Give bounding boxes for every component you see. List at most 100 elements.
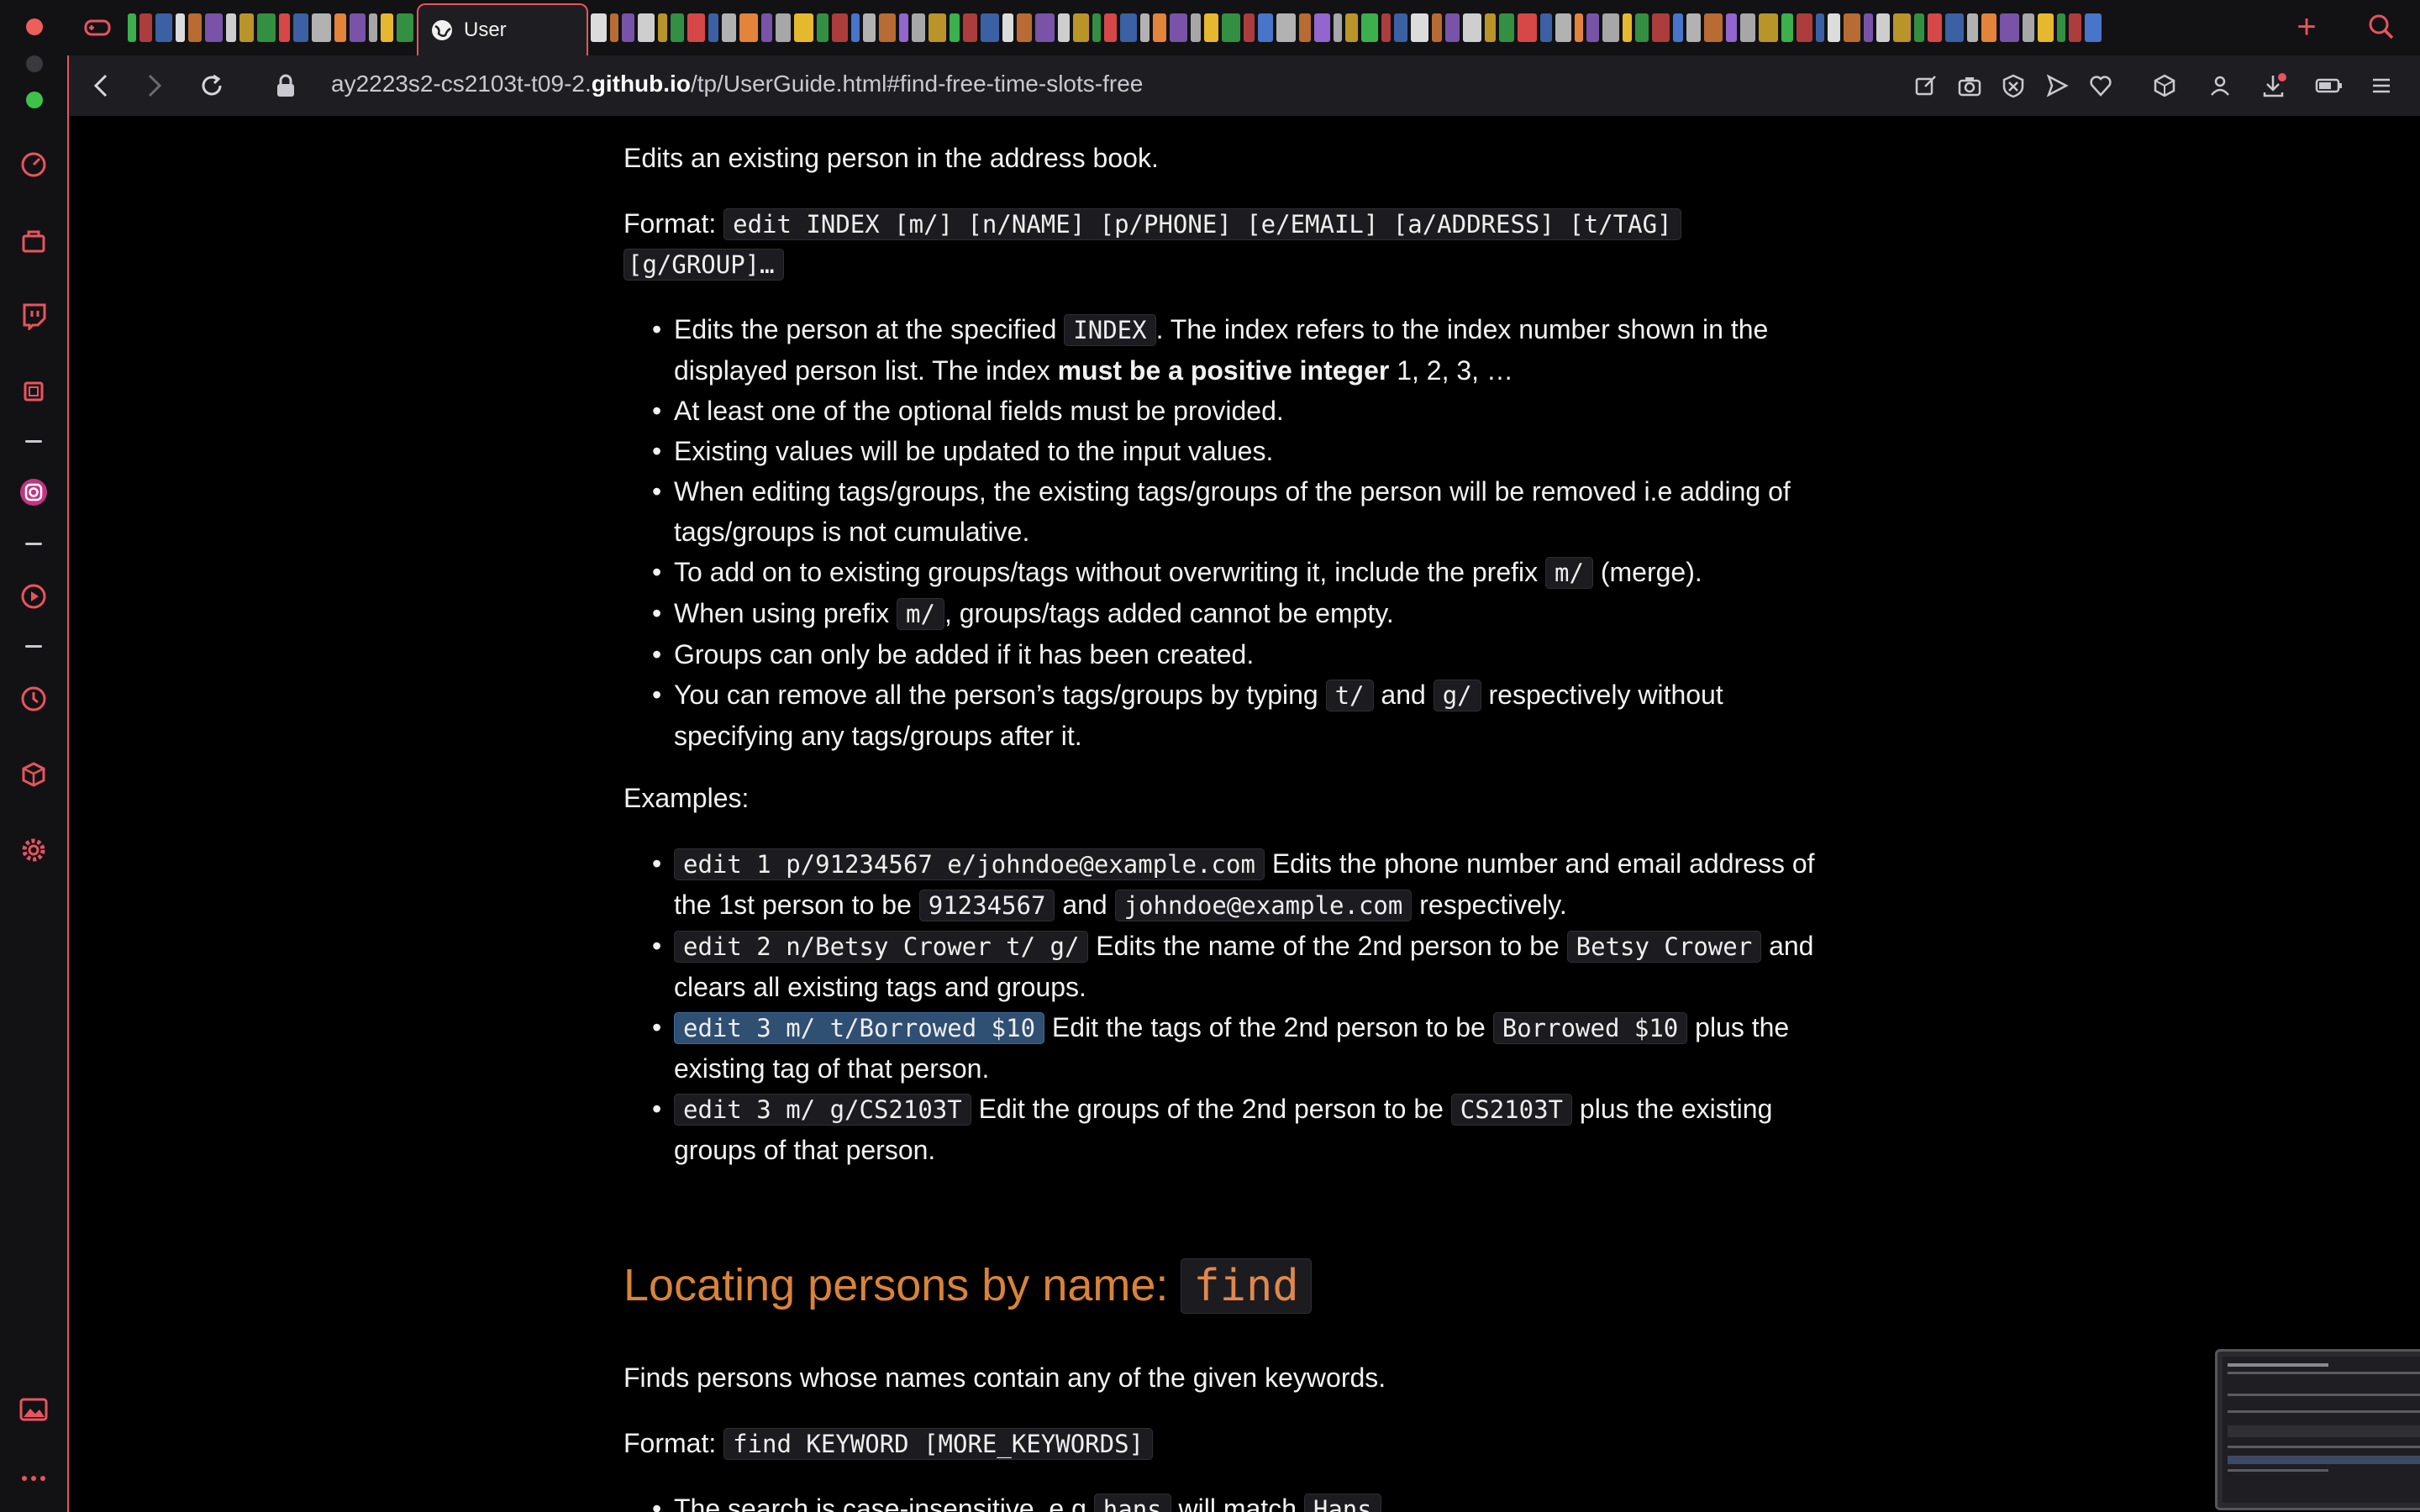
tab-thumbnail[interactable]	[1781, 13, 1793, 42]
tab-thumbnail[interactable]	[1445, 13, 1460, 42]
tab-thumbnail[interactable]	[1485, 13, 1496, 42]
tab-thumbnail[interactable]	[776, 13, 791, 42]
tab-thumbnail[interactable]	[1945, 13, 1964, 42]
tab-thumbnail[interactable]	[1575, 13, 1583, 42]
tab-thumbnail[interactable]	[1864, 13, 1873, 42]
download-icon[interactable]	[2257, 69, 2291, 102]
tab-thumbnail[interactable]	[981, 13, 999, 42]
tab-thumbnail[interactable]	[1844, 13, 1860, 42]
tab-thumbnail[interactable]	[369, 13, 377, 42]
tab-thumbnail[interactable]	[1816, 13, 1824, 42]
more-icon[interactable]	[17, 1462, 50, 1495]
tab-thumbnail[interactable]	[397, 13, 413, 42]
tab-thumbnail[interactable]	[1463, 13, 1481, 42]
search-icon[interactable]	[2366, 12, 2400, 45]
tab-thumbnail[interactable]	[1244, 13, 1255, 42]
tab-thumbnail[interactable]	[739, 13, 758, 42]
tab-thumbnail[interactable]	[708, 13, 718, 42]
heart-icon[interactable]	[2084, 69, 2118, 102]
camera-icon[interactable]	[1953, 69, 1986, 102]
tab-thumbnail[interactable]	[591, 13, 607, 42]
tab-thumbnail[interactable]	[176, 13, 185, 42]
shopping-icon[interactable]	[17, 223, 50, 257]
tab-thumbnail[interactable]	[257, 13, 276, 42]
zoom-window-button[interactable]	[26, 92, 43, 108]
tab-thumbnail[interactable]	[687, 13, 705, 42]
tab-thumbnail[interactable]	[794, 13, 813, 42]
tab-thumbnail[interactable]	[912, 13, 925, 42]
extensions-icon[interactable]	[17, 758, 50, 791]
tab-thumbnail[interactable]	[1153, 13, 1166, 42]
edit-snapshot-icon[interactable]	[1909, 69, 1943, 102]
tab-thumbnail[interactable]	[1652, 13, 1670, 42]
tab-thumbnail[interactable]	[279, 13, 290, 42]
account-icon[interactable]	[2203, 69, 2237, 102]
tab-thumbnail[interactable]	[1555, 13, 1571, 42]
tab-thumbnail[interactable]	[1635, 13, 1649, 42]
tab-thumbnail[interactable]	[832, 13, 848, 42]
tab-thumbnail[interactable]	[205, 13, 223, 42]
tab-thumbnail[interactable]	[350, 13, 366, 42]
tab-thumbnail[interactable]	[334, 13, 346, 42]
tab-thumbnail[interactable]	[381, 13, 393, 42]
send-icon[interactable]	[2040, 69, 2074, 102]
tab-thumbnail[interactable]	[1073, 13, 1089, 42]
tab-thumbnail[interactable]	[1540, 13, 1552, 42]
lock-icon[interactable]	[269, 69, 302, 102]
gamepad-icon[interactable]	[82, 12, 116, 45]
settings-icon[interactable]	[17, 833, 50, 867]
twitch-icon[interactable]	[17, 299, 50, 333]
tab-thumbnail[interactable]	[1276, 13, 1296, 42]
tab-thumbnail[interactable]	[1740, 13, 1755, 42]
tab-thumbnail[interactable]	[1704, 13, 1723, 42]
tab-thumbnail[interactable]	[1222, 13, 1240, 42]
menu-icon[interactable]	[2365, 69, 2398, 102]
tab-thumbnail[interactable]	[1893, 13, 1911, 42]
tab-thumbnail[interactable]	[1623, 13, 1632, 42]
player-icon[interactable]	[17, 580, 50, 613]
tab-thumbnail[interactable]	[188, 13, 202, 42]
tab-thumbnail[interactable]	[239, 13, 254, 42]
tab-thumbnail[interactable]	[1058, 13, 1070, 42]
instagram-icon[interactable]	[17, 475, 50, 509]
tab-thumbnail[interactable]	[1381, 13, 1391, 42]
tab-thumbnail[interactable]	[1140, 13, 1150, 42]
tab-thumbnail[interactable]	[2085, 13, 2102, 42]
tab-thumbnail[interactable]	[2069, 13, 2081, 42]
history-icon[interactable]	[17, 682, 50, 716]
tab-thumbnail[interactable]	[1673, 13, 1683, 42]
tab-thumbnail[interactable]	[155, 13, 172, 42]
tab-thumbnail[interactable]	[658, 13, 667, 42]
tab-thumbnail[interactable]	[761, 13, 772, 42]
tab-thumbnail[interactable]	[899, 13, 908, 42]
tab-thumbnail[interactable]	[1759, 13, 1778, 42]
tab-thumbnail[interactable]	[1828, 13, 1840, 42]
tab-thumbnail[interactable]	[1914, 13, 1924, 42]
gallery-icon[interactable]	[17, 1393, 50, 1426]
tab-thumbnail[interactable]	[128, 13, 136, 42]
tab-thumbnail[interactable]	[1204, 13, 1218, 42]
tab-thumbnail[interactable]	[1876, 13, 1890, 42]
tab-thumbnail[interactable]	[1797, 13, 1812, 42]
tab-thumbnail[interactable]	[2038, 13, 2054, 42]
tab-thumbnail[interactable]	[2000, 13, 2019, 42]
tab-thumbnail[interactable]	[2057, 13, 2065, 42]
tab-thumbnail[interactable]	[1518, 13, 1537, 42]
tab-thumbnail[interactable]	[1120, 13, 1137, 42]
forward-icon[interactable]	[138, 69, 171, 102]
tab-thumbnail[interactable]	[1258, 13, 1273, 42]
tab-thumbnail[interactable]	[1967, 13, 1978, 42]
tab-thumbnail[interactable]	[950, 13, 960, 42]
tab-thumbnail[interactable]	[1394, 13, 1407, 42]
tab-thumbnail[interactable]	[638, 13, 655, 42]
tab-thumbnail[interactable]	[879, 13, 896, 42]
tab-thumbnail[interactable]	[1170, 13, 1187, 42]
adblock-icon[interactable]	[1996, 69, 2030, 102]
tab-thumbnail[interactable]	[1017, 13, 1032, 42]
tab-thumbnail[interactable]	[817, 13, 829, 42]
tab-thumbnail[interactable]	[312, 13, 331, 42]
page-preview-thumbnail[interactable]	[2215, 1349, 2420, 1510]
tab-thumbnail[interactable]	[1002, 13, 1013, 42]
tab-thumbnail[interactable]	[1981, 13, 1996, 42]
tab-thumbnail[interactable]	[722, 13, 736, 42]
